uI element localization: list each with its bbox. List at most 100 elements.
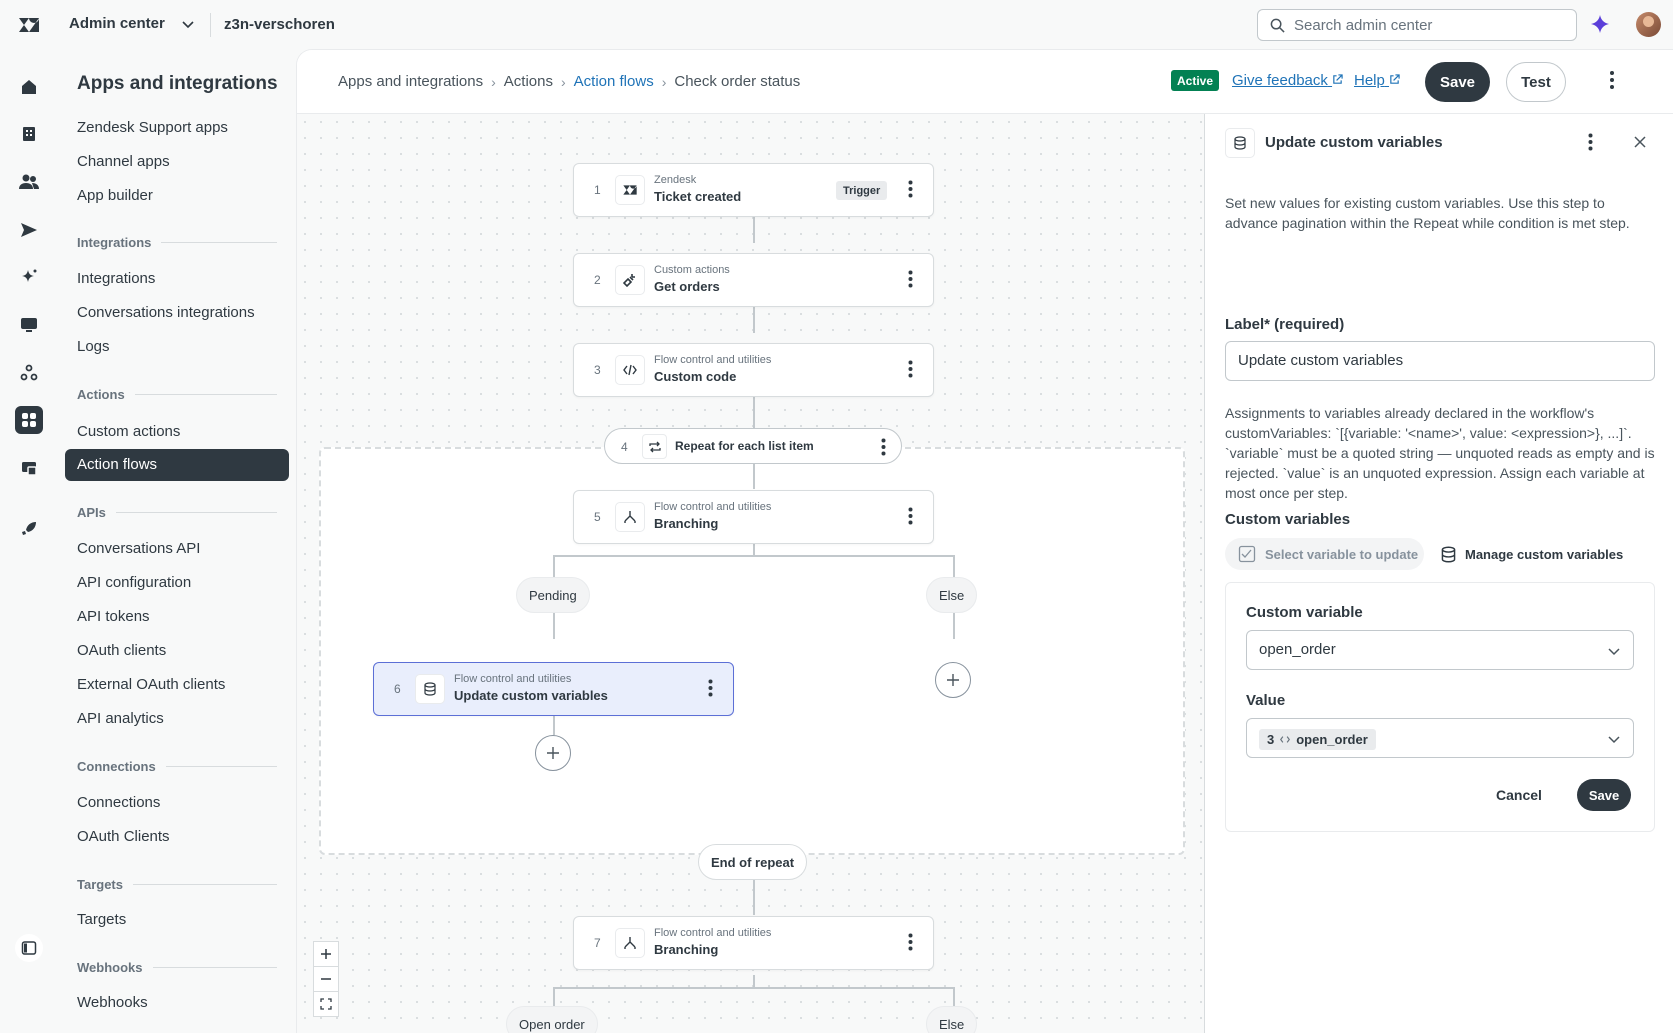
help-link[interactable]: Help — [1354, 72, 1400, 89]
more-options-icon[interactable] — [1588, 133, 1593, 151]
sidebar-item-targets[interactable]: Targets — [77, 911, 126, 928]
collapse-sidebar-icon[interactable] — [15, 934, 43, 962]
product-rail — [0, 49, 57, 1033]
branch-label-else-2[interactable]: Else — [926, 1006, 978, 1033]
save-variable-button[interactable]: Save — [1577, 779, 1631, 811]
apps-integrations-icon[interactable] — [15, 406, 43, 434]
step-title: Custom code — [654, 369, 737, 384]
flow-step-7[interactable]: 7 Flow control and utilities Branching — [573, 916, 934, 970]
flow-step-4[interactable]: 4 Repeat for each list item — [604, 428, 902, 464]
sidebar-item-conversations-api[interactable]: Conversations API — [77, 540, 200, 557]
flow-canvas[interactable]: 1 Zendesk Ticket created Trigger 2 Custo… — [297, 114, 1204, 1033]
crumb-actions[interactable]: Actions — [504, 73, 553, 90]
monitor-icon[interactable] — [15, 311, 43, 339]
sidebar-item-connections[interactable]: Connections — [77, 794, 160, 811]
send-icon[interactable] — [15, 216, 43, 244]
building-icon[interactable] — [15, 120, 43, 148]
sidebar-item-app-builder[interactable]: App builder — [77, 187, 153, 204]
crumb-current: Check order status — [674, 73, 801, 90]
sidebar-item-integrations[interactable]: Integrations — [77, 270, 155, 287]
connector — [753, 397, 755, 428]
more-options-icon[interactable] — [881, 438, 886, 456]
people-icon[interactable] — [15, 168, 43, 196]
flow-step-6[interactable]: 6 Flow control and utilities Update cust… — [373, 662, 734, 716]
external-link-icon — [1390, 74, 1400, 84]
add-step-button[interactable] — [935, 662, 971, 698]
database-icon — [1225, 128, 1255, 158]
fit-view-button[interactable] — [313, 991, 339, 1017]
flow-step-3[interactable]: 3 Flow control and utilities Custom code — [573, 343, 934, 397]
connector — [753, 975, 755, 987]
sidebar-item-oauth-clients-connections[interactable]: OAuth Clients — [77, 828, 170, 845]
sidebar-item-api-analytics[interactable]: API analytics — [77, 710, 164, 727]
search-input[interactable]: Search admin center — [1257, 9, 1577, 41]
sidebar-item-channel-apps[interactable]: Channel apps — [77, 153, 170, 170]
chevron-right-icon: › — [661, 73, 667, 90]
custom-variable-select[interactable]: open_order — [1246, 630, 1634, 670]
more-options-icon[interactable] — [908, 933, 913, 951]
sidebar-item-custom-actions[interactable]: Custom actions — [77, 423, 180, 440]
branch-label-pending[interactable]: Pending — [516, 577, 590, 613]
value-label: Value — [1246, 692, 1286, 709]
sidebar-item-logs[interactable]: Logs — [77, 338, 110, 355]
add-step-button[interactable] — [535, 735, 571, 771]
value-select[interactable]: 3 open_order — [1246, 718, 1634, 758]
more-options-icon[interactable] — [908, 270, 913, 288]
step-title: Repeat for each list item — [675, 439, 814, 453]
objects-icon[interactable] — [15, 359, 43, 387]
zoom-out-button[interactable] — [313, 966, 339, 992]
code-icon — [615, 355, 645, 385]
zoom-in-button[interactable] — [313, 941, 339, 967]
more-options-icon[interactable] — [908, 360, 913, 378]
search-icon — [1270, 18, 1285, 33]
sidebar-item-external-oauth-clients[interactable]: External OAuth clients — [77, 676, 225, 693]
sparkle-icon[interactable] — [15, 263, 43, 291]
product-switcher[interactable]: Admin center — [69, 15, 195, 32]
zendesk-icon — [615, 175, 645, 205]
sidebar-item-api-tokens[interactable]: API tokens — [77, 608, 150, 625]
value-token-name: open_order — [1296, 732, 1368, 747]
step-number: 6 — [394, 682, 401, 696]
branch-label-open-order[interactable]: Open order — [506, 1006, 598, 1033]
step-title: Branching — [654, 516, 719, 531]
crumb-action-flows[interactable]: Action flows — [574, 73, 654, 90]
more-options-icon[interactable] — [908, 507, 913, 525]
home-icon[interactable] — [15, 73, 43, 101]
save-button[interactable]: Save — [1425, 62, 1490, 102]
branch-icon — [615, 928, 645, 958]
label-input[interactable]: Update custom variables — [1225, 341, 1655, 381]
close-icon[interactable] — [1633, 135, 1647, 149]
sidebar-item-action-flows[interactable]: Action flows — [65, 449, 289, 481]
section-header-actions: Actions — [77, 387, 277, 402]
sidebar-item-zendesk-support-apps[interactable]: Zendesk Support apps — [77, 119, 228, 136]
sidebar-title: Apps and integrations — [77, 73, 278, 94]
step-title: Get orders — [654, 279, 720, 294]
more-options-icon[interactable] — [708, 679, 713, 697]
flow-step-1[interactable]: 1 Zendesk Ticket created Trigger — [573, 163, 934, 217]
assignments-description: Assignments to variables already declare… — [1225, 405, 1655, 501]
connector — [753, 880, 755, 915]
sidebar-item-oauth-clients[interactable]: OAuth clients — [77, 642, 166, 659]
more-options-icon[interactable] — [1609, 70, 1615, 90]
sidebar-item-conversations-integrations[interactable]: Conversations integrations — [77, 304, 255, 321]
custom-variables-label: Custom variables — [1225, 511, 1351, 528]
database-icon — [1441, 545, 1456, 563]
step-number: 7 — [594, 936, 601, 950]
give-feedback-link[interactable]: Give feedback — [1232, 72, 1343, 89]
zendesk-logo-icon[interactable] — [17, 13, 41, 37]
ai-sparkle-icon[interactable] — [1590, 14, 1610, 34]
test-button[interactable]: Test — [1506, 62, 1566, 102]
cancel-button[interactable]: Cancel — [1496, 787, 1542, 803]
workspace-icon[interactable] — [15, 454, 43, 482]
section-header-apis: APIs — [77, 505, 277, 520]
flow-step-2[interactable]: 2 Custom actions Get orders — [573, 253, 934, 307]
flow-step-5[interactable]: 5 Flow control and utilities Branching — [573, 490, 934, 544]
branch-label-else[interactable]: Else — [926, 577, 978, 613]
sidebar-item-api-configuration[interactable]: API configuration — [77, 574, 191, 591]
sidebar-item-webhooks[interactable]: Webhooks — [77, 994, 148, 1011]
rocket-icon[interactable] — [15, 515, 43, 543]
manage-custom-variables-button[interactable]: Manage custom variables — [1441, 538, 1623, 570]
crumb-apps-integrations[interactable]: Apps and integrations — [338, 73, 483, 90]
user-avatar[interactable] — [1636, 12, 1661, 37]
more-options-icon[interactable] — [908, 180, 913, 198]
